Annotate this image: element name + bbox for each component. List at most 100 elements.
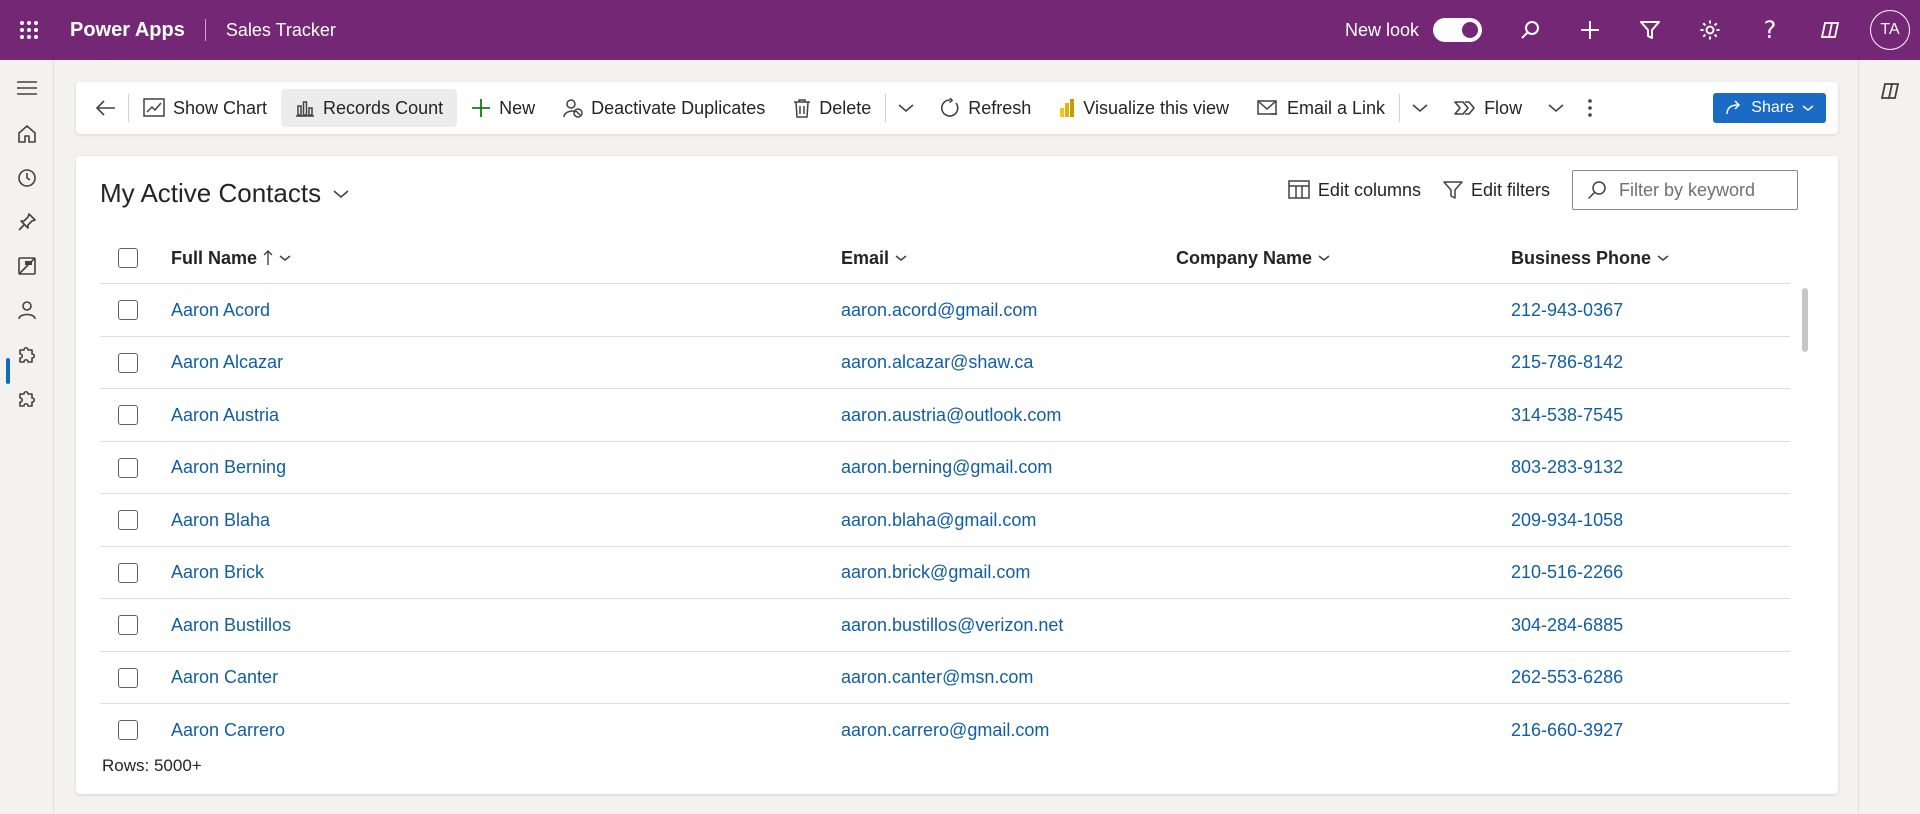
filter-icon[interactable] [1620, 0, 1680, 60]
keyword-filter[interactable] [1572, 170, 1798, 210]
email-cell[interactable]: aaron.austria@outlook.com [841, 389, 1061, 441]
row-checkbox[interactable] [118, 720, 138, 740]
new-button[interactable]: New [457, 89, 549, 127]
flow-dropdown[interactable] [1536, 89, 1576, 127]
table-row[interactable]: Aaron Berning aaron.berning@gmail.com 80… [100, 442, 1790, 494]
table-row[interactable]: Aaron Blaha aaron.blaha@gmail.com 209-93… [100, 494, 1790, 547]
app-launcher-icon[interactable] [0, 0, 58, 60]
recent-icon[interactable] [0, 158, 54, 198]
user-avatar[interactable]: TA [1870, 10, 1910, 50]
email-more-dropdown[interactable] [1400, 89, 1440, 127]
full-name-cell[interactable]: Aaron Alcazar [171, 337, 283, 389]
full-name-cell[interactable]: Aaron Acord [171, 284, 270, 336]
phone-cell[interactable]: 304-284-6885 [1511, 599, 1623, 651]
home-icon[interactable] [0, 114, 54, 154]
menu-icon[interactable] [0, 68, 54, 108]
email-cell[interactable]: aaron.acord@gmail.com [841, 284, 1037, 336]
vertical-scrollbar[interactable] [1802, 288, 1808, 352]
column-header-business-phone[interactable]: Business Phone [1511, 232, 1669, 284]
row-checkbox-cell[interactable] [118, 599, 138, 651]
column-header-full-name[interactable]: Full Name [171, 232, 291, 284]
row-checkbox-cell[interactable] [118, 337, 138, 389]
email-cell[interactable]: aaron.carrero@gmail.com [841, 704, 1049, 741]
row-checkbox-cell[interactable] [118, 494, 138, 546]
delete-button[interactable]: Delete [779, 89, 885, 127]
row-checkbox[interactable] [118, 457, 138, 478]
row-checkbox[interactable] [118, 562, 138, 583]
row-checkbox-cell[interactable] [118, 547, 138, 599]
row-checkbox[interactable] [118, 615, 138, 635]
visualize-view-button[interactable]: Visualize this view [1045, 89, 1243, 127]
email-cell[interactable]: aaron.blaha@gmail.com [841, 494, 1036, 546]
contacts-icon[interactable] [0, 290, 54, 330]
more-commands-dropdown[interactable] [886, 89, 926, 127]
pin-icon[interactable] [0, 202, 54, 242]
email-cell[interactable]: aaron.canter@msn.com [841, 652, 1033, 704]
view-selector[interactable]: My Active Contacts [100, 178, 349, 209]
edit-filters-button[interactable]: Edit filters [1443, 180, 1550, 201]
full-name-cell[interactable]: Aaron Berning [171, 442, 286, 494]
select-all-checkbox[interactable] [118, 232, 138, 284]
app-name[interactable]: Power Apps [70, 19, 185, 42]
row-checkbox-cell[interactable] [118, 389, 138, 441]
row-checkbox-cell[interactable] [118, 704, 138, 741]
entity-icon[interactable] [0, 246, 54, 286]
phone-cell[interactable]: 210-516-2266 [1511, 547, 1623, 599]
phone-cell[interactable]: 262-553-6286 [1511, 652, 1623, 704]
keyword-filter-input[interactable] [1619, 179, 1789, 201]
row-checkbox[interactable] [118, 510, 138, 530]
email-cell[interactable]: aaron.berning@gmail.com [841, 442, 1052, 494]
phone-cell[interactable]: 314-538-7545 [1511, 389, 1623, 441]
environment-name[interactable]: Sales Tracker [226, 20, 336, 41]
column-header-email[interactable]: Email [841, 232, 907, 284]
row-checkbox-cell[interactable] [118, 652, 138, 704]
row-checkbox[interactable] [118, 405, 138, 425]
refresh-button[interactable]: Refresh [926, 89, 1045, 127]
email-link-button[interactable]: Email a Link [1243, 89, 1399, 127]
full-name-cell[interactable]: Aaron Canter [171, 652, 278, 704]
email-cell[interactable]: aaron.alcazar@shaw.ca [841, 337, 1033, 389]
table-row[interactable]: Aaron Acord aaron.acord@gmail.com 212-94… [100, 284, 1790, 337]
full-name-cell[interactable]: Aaron Carrero [171, 704, 285, 741]
flow-button[interactable]: Flow [1440, 89, 1536, 127]
puzzle-icon-2[interactable] [0, 378, 54, 418]
show-chart-button[interactable]: Show Chart [129, 89, 281, 127]
copilot-icon[interactable] [1800, 0, 1860, 60]
back-button[interactable] [84, 89, 128, 127]
table-row[interactable]: Aaron Alcazar aaron.alcazar@shaw.ca 215-… [100, 337, 1790, 389]
full-name-cell[interactable]: Aaron Blaha [171, 494, 270, 546]
share-button[interactable]: Share [1713, 93, 1826, 123]
table-row[interactable]: Aaron Bustillos aaron.bustillos@verizon.… [100, 599, 1790, 652]
deactivate-duplicates-button[interactable]: Deactivate Duplicates [549, 89, 779, 127]
help-icon[interactable]: ? [1740, 0, 1800, 60]
table-row[interactable]: Aaron Carrero aaron.carrero@gmail.com 21… [100, 704, 1790, 741]
table-row[interactable]: Aaron Canter aaron.canter@msn.com 262-55… [100, 652, 1790, 704]
records-count-button[interactable]: Records Count [281, 89, 458, 127]
email-cell[interactable]: aaron.brick@gmail.com [841, 547, 1030, 599]
table-row[interactable]: Aaron Austria aaron.austria@outlook.com … [100, 389, 1790, 442]
row-checkbox[interactable] [118, 352, 138, 373]
phone-cell[interactable]: 212-943-0367 [1511, 284, 1623, 336]
phone-cell[interactable]: 216-660-3927 [1511, 704, 1623, 741]
row-checkbox[interactable] [118, 667, 138, 688]
phone-cell[interactable]: 803-283-9132 [1511, 442, 1623, 494]
search-icon[interactable] [1500, 0, 1560, 60]
checkbox[interactable] [118, 248, 138, 268]
row-checkbox[interactable] [118, 300, 138, 320]
settings-gear-icon[interactable] [1680, 0, 1740, 60]
email-cell[interactable]: aaron.bustillos@verizon.net [841, 599, 1063, 651]
full-name-cell[interactable]: Aaron Bustillos [171, 599, 291, 651]
table-row[interactable]: Aaron Brick aaron.brick@gmail.com 210-51… [100, 547, 1790, 599]
full-name-cell[interactable]: Aaron Brick [171, 547, 264, 599]
plus-icon[interactable] [1560, 0, 1620, 60]
edit-columns-button[interactable]: Edit columns [1288, 180, 1421, 201]
row-checkbox-cell[interactable] [118, 442, 138, 494]
phone-cell[interactable]: 209-934-1058 [1511, 494, 1623, 546]
full-name-cell[interactable]: Aaron Austria [171, 389, 279, 441]
row-checkbox-cell[interactable] [118, 284, 138, 336]
puzzle-icon[interactable] [0, 334, 54, 374]
column-header-company[interactable]: Company Name [1176, 232, 1330, 284]
new-look-toggle[interactable] [1433, 18, 1482, 42]
phone-cell[interactable]: 215-786-8142 [1511, 337, 1623, 389]
copilot-rail-icon[interactable] [1879, 80, 1901, 102]
